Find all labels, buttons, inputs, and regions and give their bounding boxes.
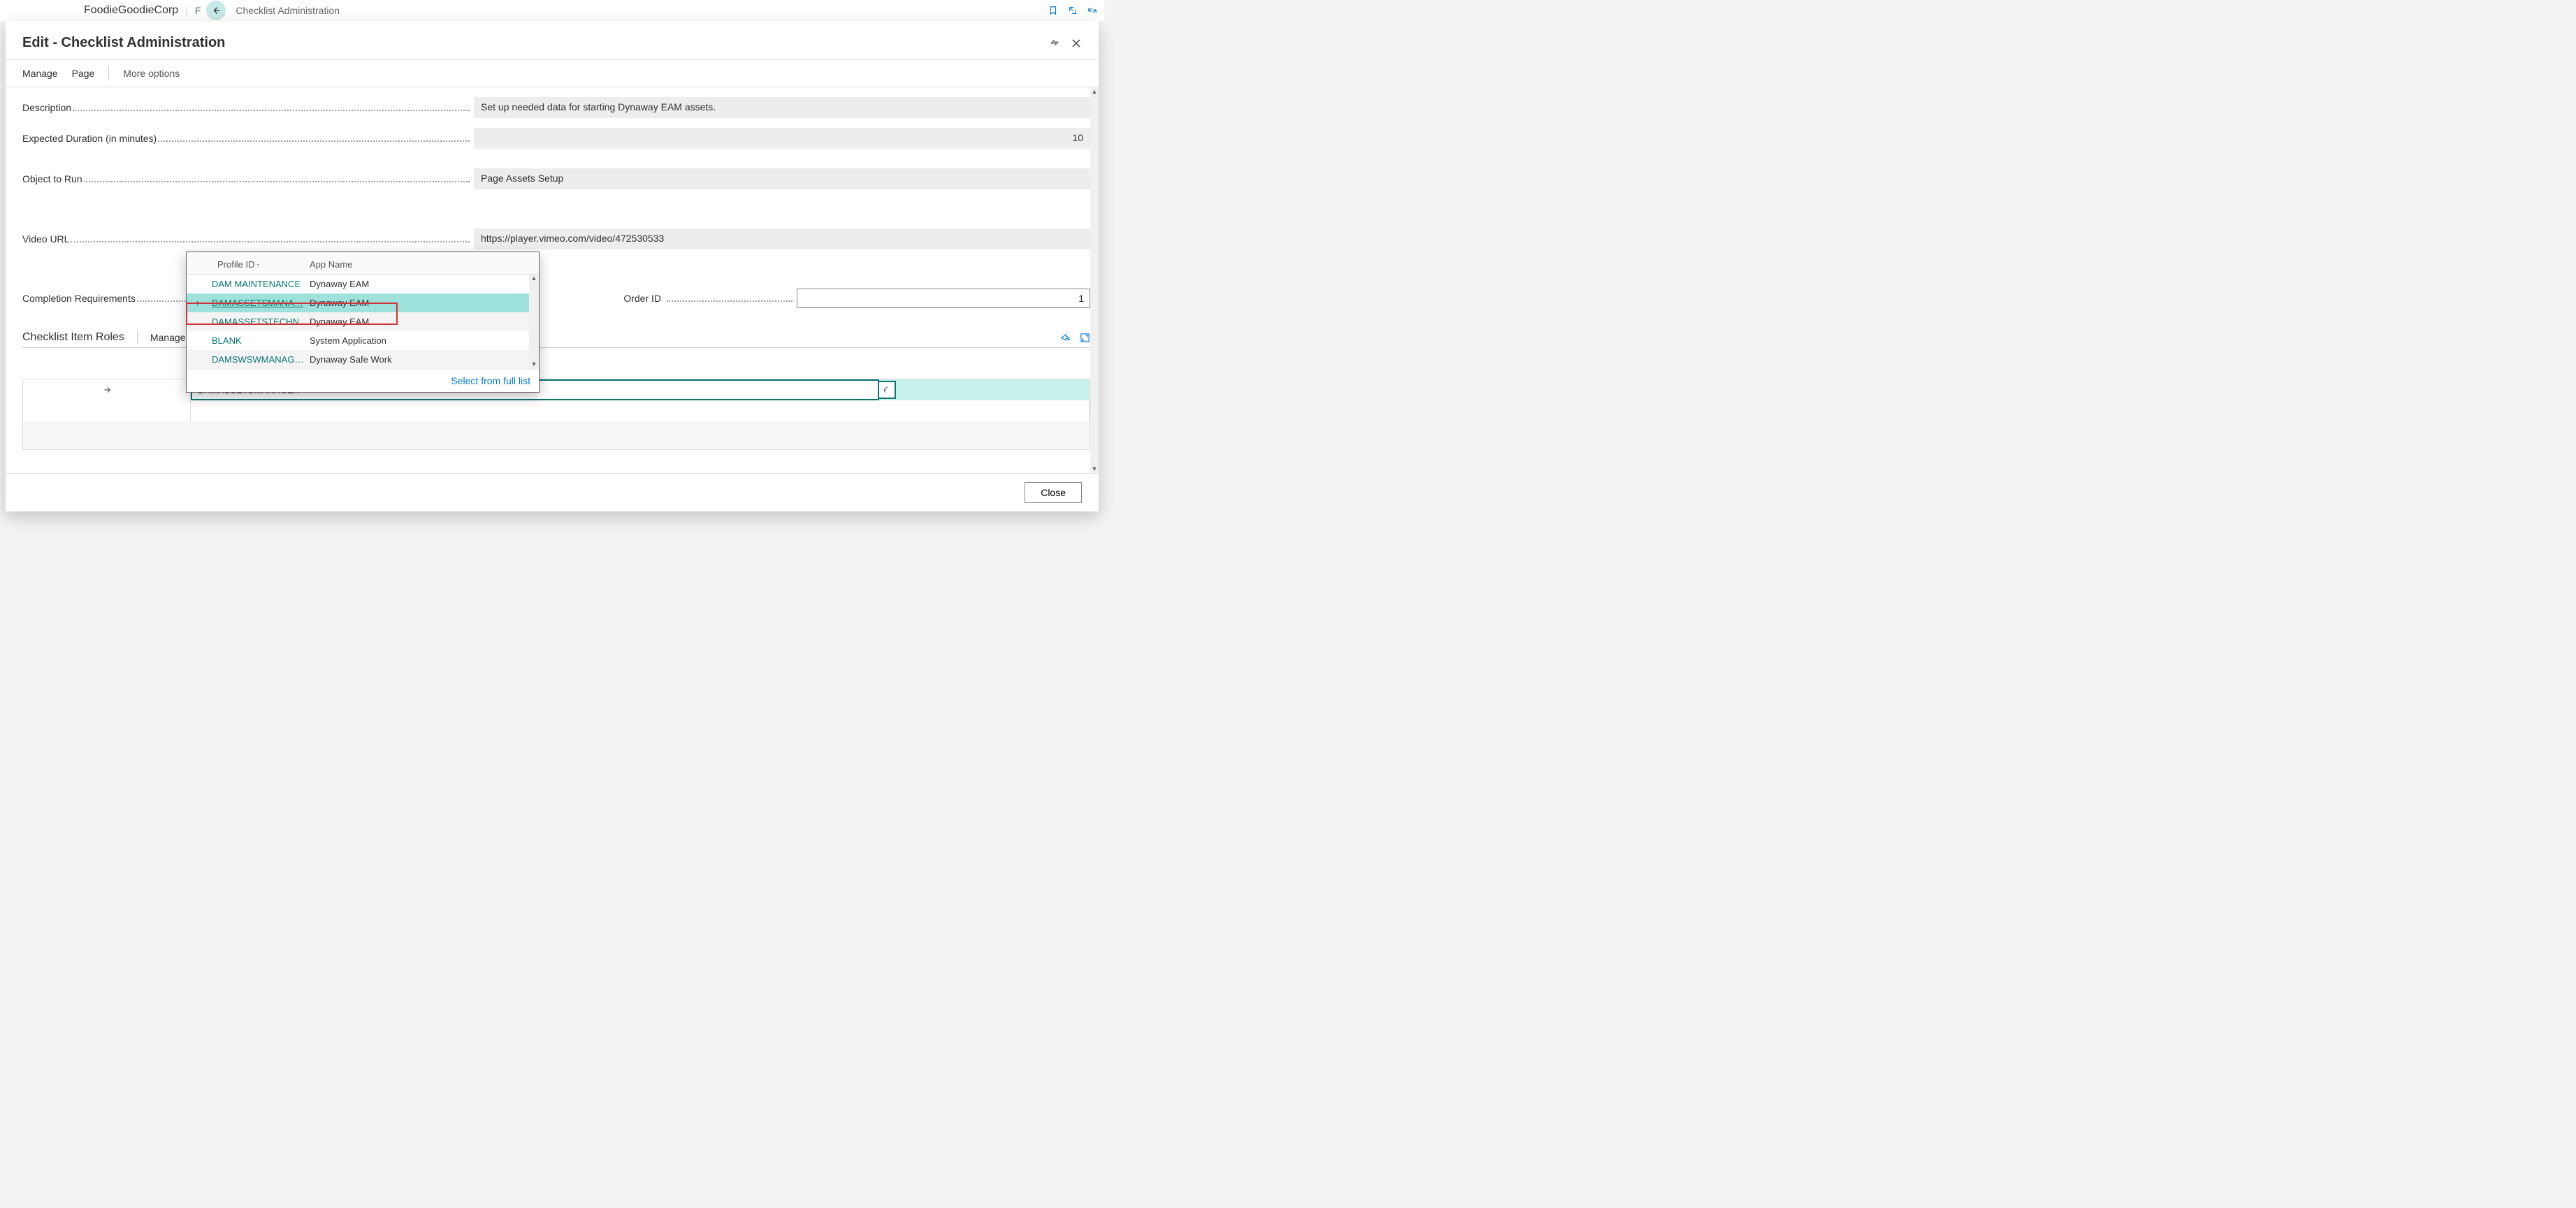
table-row — [23, 379, 1090, 400]
label-description: Description — [22, 102, 71, 113]
completion-order-row: Completion Requirements Order ID — [22, 289, 1090, 308]
dropdown-scrollbar[interactable]: ▲ ▼ — [529, 275, 539, 369]
profile-lookup-dropdown: Profile ID↑ App Name DAM MAINTENANCE Dyn… — [186, 252, 540, 393]
close-icon[interactable] — [1071, 38, 1082, 49]
value-duration[interactable]: 10 — [474, 128, 1090, 149]
app-name-text: Dynaway EAM — [310, 298, 369, 308]
share-icon[interactable] — [1059, 333, 1070, 343]
collapse-icon[interactable] — [1050, 38, 1059, 49]
arrow-right-icon — [192, 299, 201, 307]
company-letter: F — [195, 5, 201, 16]
field-duration: Expected Duration (in minutes) 10 — [22, 128, 1090, 149]
bookmark-icon[interactable] — [1048, 6, 1058, 15]
company-name: FoodieGoodieCorp — [7, 4, 178, 17]
field-object-to-run: Object to Run Page Assets Setup — [22, 168, 1090, 189]
body-scrollbar[interactable]: ▲ ▼ — [1090, 87, 1099, 473]
expand-icon[interactable] — [1087, 6, 1097, 15]
divider: | — [185, 5, 188, 16]
dots — [73, 105, 470, 111]
modal-footer: Close — [6, 473, 1099, 511]
page-breadcrumb: Checklist Administration — [236, 5, 340, 16]
roles-grid — [22, 379, 1090, 450]
list-item[interactable]: DAM MAINTENANCE Dynaway EAM — [187, 275, 539, 293]
app-name-text: System Application — [310, 335, 386, 346]
label-object: Object to Run — [22, 173, 82, 184]
value-video[interactable]: https://player.vimeo.com/video/472530533 — [474, 228, 1090, 249]
select-from-full-list-link[interactable]: Select from full list — [451, 375, 530, 386]
column-app-name[interactable]: App Name — [310, 259, 352, 270]
empty-cell[interactable] — [191, 400, 1090, 421]
bg-action-icons — [1048, 6, 1097, 15]
dots — [84, 176, 470, 182]
arrow-left-icon — [211, 6, 221, 15]
profile-id-link[interactable]: DAM MAINTENANCE — [212, 279, 310, 289]
dropdown-header: Profile ID↑ App Name — [187, 252, 539, 275]
list-item[interactable]: DAMASSETSMANA… Dynaway EAM — [187, 293, 539, 312]
section-title: Checklist Item Roles — [22, 331, 124, 344]
order-id-input[interactable] — [797, 289, 1090, 308]
label-completion: Completion Requirements — [22, 293, 136, 304]
lookup-icon[interactable] — [879, 381, 896, 399]
profile-id-link[interactable]: DAMSWSWMANAG… — [212, 354, 310, 365]
label-duration: Expected Duration (in minutes) — [22, 133, 157, 144]
column-profile-id[interactable]: Profile ID↑ — [217, 259, 310, 270]
table-row — [23, 400, 1090, 421]
profile-id-link[interactable]: DAMASSETSTECHNI… — [212, 316, 310, 327]
app-name-text: Dynaway EAM — [310, 316, 369, 327]
list-item[interactable]: DAMSWSWMANAG… Dynaway Safe Work — [187, 350, 539, 369]
modal-title: Edit - Checklist Administration — [22, 35, 225, 51]
app-name-text: Dynaway Safe Work — [310, 354, 392, 365]
value-object[interactable]: Page Assets Setup — [474, 168, 1090, 189]
section-checklist-item-roles: Checklist Item Roles Manage — [22, 330, 1090, 348]
modal-header: Edit - Checklist Administration — [6, 21, 1099, 59]
field-description: Description Set up needed data for start… — [22, 97, 1090, 118]
dropdown-footer: Select from full list — [187, 369, 539, 392]
dropdown-body: DAM MAINTENANCE Dynaway EAM DAMASSETSMAN… — [187, 275, 539, 369]
back-button[interactable] — [206, 1, 226, 20]
toolbar-manage[interactable]: Manage — [22, 68, 58, 79]
sort-asc-icon: ↑ — [256, 262, 259, 270]
profile-id-link[interactable]: BLANK — [212, 335, 310, 346]
field-video-url: Video URL https://player.vimeo.com/video… — [22, 228, 1090, 249]
grid-padding — [23, 421, 1090, 449]
dots — [667, 296, 793, 302]
list-item[interactable]: BLANK System Application — [187, 331, 539, 350]
scroll-down-icon[interactable]: ▼ — [529, 361, 539, 369]
scroll-up-icon[interactable]: ▲ — [1090, 87, 1099, 96]
value-description[interactable]: Set up needed data for starting Dynaway … — [474, 97, 1090, 118]
section-manage[interactable]: Manage — [150, 332, 186, 343]
scroll-up-icon[interactable]: ▲ — [529, 275, 539, 283]
modal-body: Description Set up needed data for start… — [6, 87, 1099, 473]
label-video: Video URL — [22, 233, 69, 245]
maximize-section-icon[interactable] — [1080, 333, 1090, 343]
dots — [71, 236, 470, 242]
divider — [108, 66, 109, 80]
popout-icon[interactable] — [1068, 6, 1078, 15]
app-background-bar: FoodieGoodieCorp | F Checklist Administr… — [0, 0, 1104, 21]
toolbar-page[interactable]: Page — [72, 68, 95, 79]
app-name-text: Dynaway EAM — [310, 279, 369, 289]
arrow-right-icon — [102, 385, 112, 395]
scroll-down-icon[interactable]: ▼ — [1090, 465, 1099, 473]
modal-toolbar: Manage Page More options — [6, 59, 1099, 87]
dots — [158, 136, 470, 142]
row-selector[interactable] — [23, 379, 191, 400]
close-button[interactable]: Close — [1025, 482, 1082, 503]
list-item[interactable]: DAMASSETSTECHNI… Dynaway EAM — [187, 312, 539, 331]
toolbar-more-options[interactable]: More options — [123, 68, 180, 79]
divider — [137, 330, 138, 344]
profile-id-link[interactable]: DAMASSETSMANA… — [212, 298, 310, 308]
label-order-id: Order ID — [623, 293, 661, 304]
edit-modal: Edit - Checklist Administration Manage P… — [6, 21, 1099, 511]
row-selector[interactable] — [23, 400, 191, 421]
